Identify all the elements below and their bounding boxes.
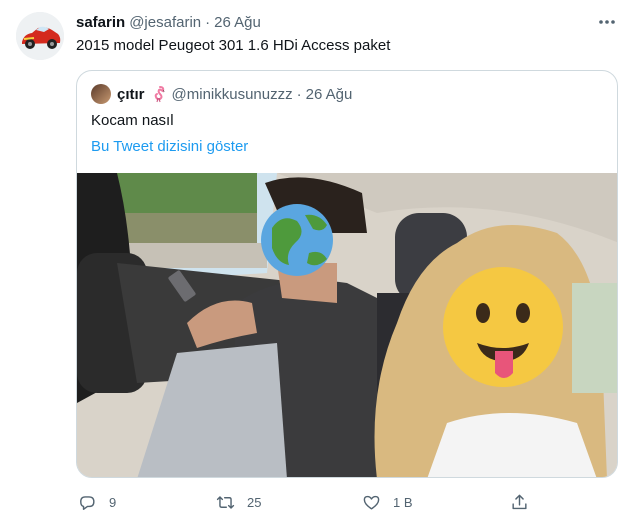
car-selfie-image	[77, 173, 617, 477]
retweet-count: 25	[247, 494, 262, 510]
share-icon	[512, 494, 527, 509]
author-name[interactable]: safarin	[76, 14, 125, 31]
tweet-photo[interactable]	[77, 173, 617, 477]
race-car-avatar-image	[16, 12, 64, 60]
quoted-tweet-date[interactable]: 26 Ağu	[306, 86, 353, 103]
retweet-button[interactable]: 25	[216, 488, 261, 516]
reply-button[interactable]: 9	[78, 488, 116, 516]
more-dots-icon[interactable]	[595, 10, 619, 34]
quoted-tweet[interactable]: çıtır @minikkusunuzzz · 26 Ağu Kocam nas…	[76, 70, 618, 478]
tweet-date[interactable]: 26 Ağu	[214, 14, 261, 31]
author-avatar[interactable]	[16, 12, 64, 60]
tweet-header: safarin @jesafarin · 26 Ağu	[76, 12, 261, 32]
quoted-author-name[interactable]: çıtır	[117, 86, 145, 103]
flamingo-emoji-icon	[154, 86, 165, 103]
tweet-card[interactable]: safarin @jesafarin · 26 Ağu 2015 model P…	[0, 0, 635, 518]
heart-icon	[363, 495, 380, 510]
like-button[interactable]: 1 B	[362, 488, 413, 516]
quoted-author-avatar[interactable]	[91, 84, 111, 104]
separator-dot: ·	[205, 13, 211, 31]
like-count: 1 B	[393, 494, 413, 510]
quoted-author-handle[interactable]: @minikkusunuzzz	[172, 86, 293, 103]
quoted-tweet-text: Kocam nasıl	[91, 112, 174, 129]
retweet-icon	[216, 495, 235, 509]
quoted-tweet-header: çıtır @minikkusunuzzz · 26 Ağu	[91, 83, 352, 105]
author-handle[interactable]: @jesafarin	[129, 14, 201, 31]
separator-dot: ·	[296, 85, 302, 103]
share-button[interactable]	[510, 488, 541, 516]
reply-count: 9	[109, 494, 117, 510]
tweet-text: 2015 model Peugeot 301 1.6 HDi Access pa…	[76, 37, 391, 54]
show-thread-link[interactable]: Bu Tweet dizisini göster	[91, 137, 248, 157]
reply-icon	[80, 495, 95, 510]
tweet-actions: 9 25 1 B	[76, 488, 616, 516]
